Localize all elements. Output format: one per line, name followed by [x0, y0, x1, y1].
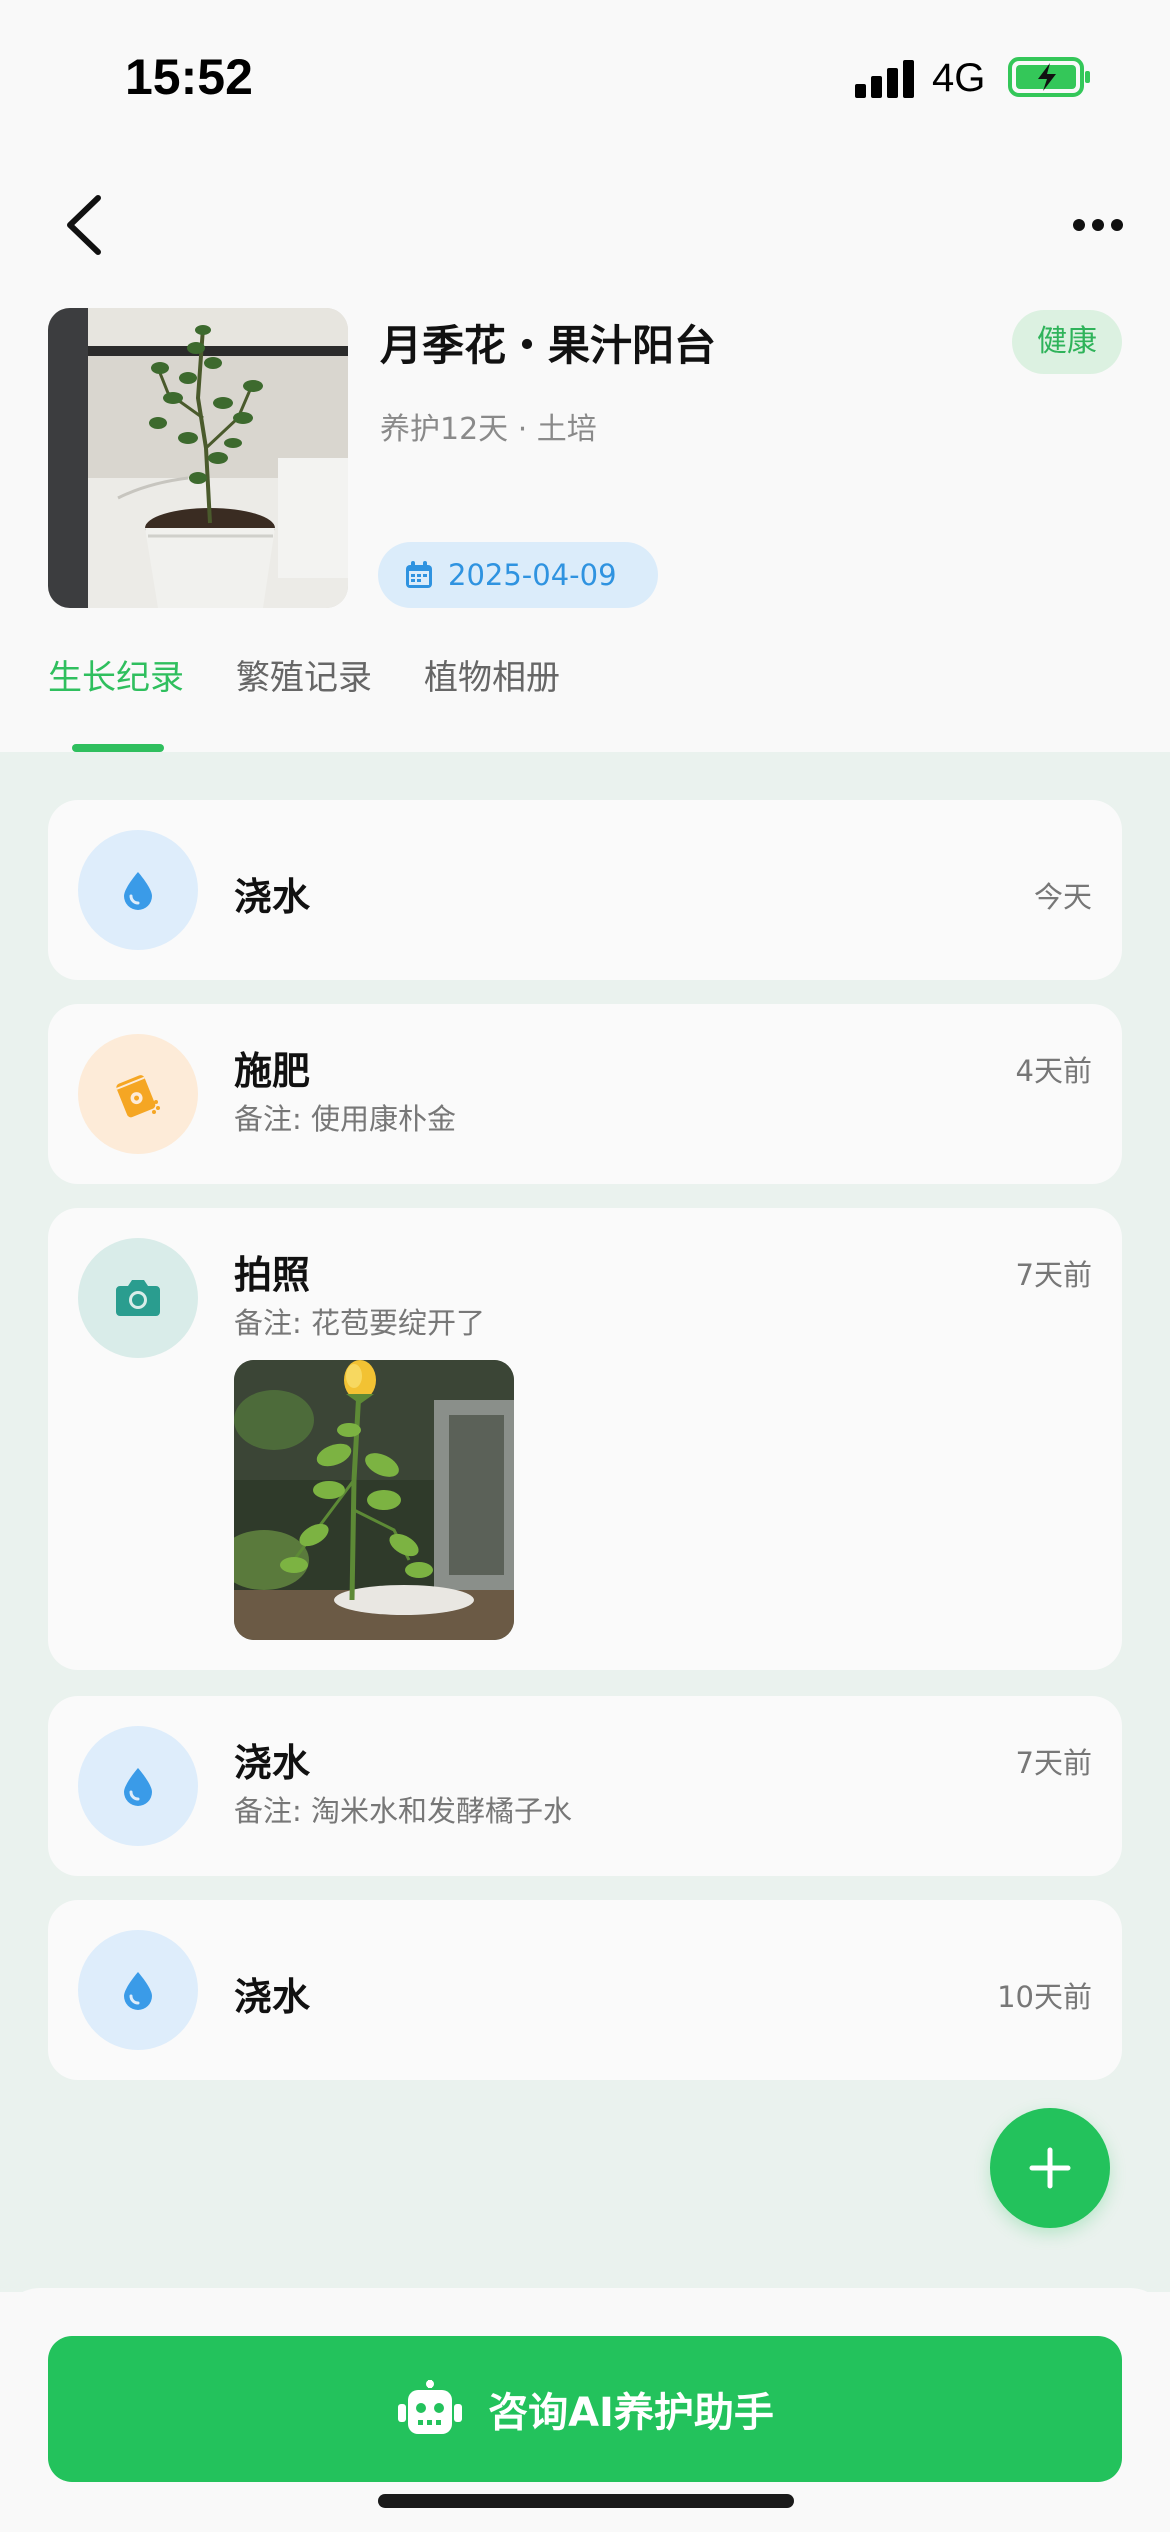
water-drop-icon	[78, 1726, 198, 1846]
water-drop-icon	[78, 830, 198, 950]
signal-icon	[855, 58, 915, 98]
record-type: 浇水	[234, 1741, 311, 1785]
tab-plant-album[interactable]: 植物相册	[424, 650, 560, 699]
status-bar: 15:52 4G	[0, 0, 1170, 150]
date-chip[interactable]: 2025-04-09	[378, 542, 658, 608]
record-type: 拍照	[234, 1253, 311, 1297]
record-time: 4天前	[1015, 1054, 1092, 1088]
home-indicator	[378, 2494, 794, 2508]
status-time: 15:52	[125, 49, 253, 105]
record-time: 10天前	[997, 1980, 1092, 2014]
record-time: 7天前	[1015, 1258, 1092, 1292]
record-photo[interactable]	[234, 1360, 514, 1640]
ai-assistant-label: 咨询AI养护助手	[488, 2390, 774, 2436]
fertilizer-icon	[78, 1034, 198, 1154]
network-label: 4G	[932, 56, 986, 100]
chevron-left-icon[interactable]	[58, 190, 112, 260]
battery-icon	[1008, 57, 1090, 97]
tab-propagation-records[interactable]: 繁殖记录	[236, 650, 372, 699]
date-label: 2025-04-09	[448, 558, 617, 592]
record-note: 备注: 花苞要绽开了	[234, 1306, 485, 1340]
record-card[interactable]: 浇水 今天	[48, 800, 1122, 980]
record-note: 备注: 使用康朴金	[234, 1102, 456, 1136]
robot-icon	[398, 2380, 463, 2434]
record-type: 施肥	[234, 1049, 311, 1093]
more-horizontal-icon[interactable]	[1072, 210, 1124, 240]
plus-icon	[1029, 2147, 1071, 2189]
ai-assistant-button[interactable]: 咨询AI养护助手	[48, 2336, 1122, 2482]
record-time: 今天	[1033, 880, 1092, 914]
record-type: 浇水	[234, 1975, 311, 2019]
record-card[interactable]: 浇水 备注: 淘米水和发酵橘子水 7天前	[48, 1696, 1122, 1876]
add-record-button[interactable]	[990, 2108, 1110, 2228]
record-type: 浇水	[234, 875, 311, 919]
plant-title: 月季花・果汁阳台	[380, 321, 717, 370]
record-time: 7天前	[1015, 1746, 1092, 1780]
record-card[interactable]: 施肥 备注: 使用康朴金 4天前	[48, 1004, 1122, 1184]
record-note: 备注: 淘米水和发酵橘子水	[234, 1794, 572, 1828]
calendar-icon	[406, 561, 432, 588]
record-card[interactable]: 拍照 备注: 花苞要绽开了 7天前	[48, 1208, 1122, 1670]
camera-icon	[78, 1238, 198, 1358]
plant-care-meta: 养护12天 · 土培	[380, 412, 597, 447]
plant-photo[interactable]	[48, 308, 348, 608]
tab-growth-records[interactable]: 生长纪录	[48, 650, 184, 699]
record-tabs: 生长纪录 繁殖记录 植物相册	[48, 650, 1122, 752]
record-card[interactable]: 浇水 10天前	[48, 1900, 1122, 2080]
health-status-badge: 健康	[1012, 310, 1122, 374]
tab-active-indicator	[72, 744, 164, 752]
water-drop-icon	[78, 1930, 198, 2050]
